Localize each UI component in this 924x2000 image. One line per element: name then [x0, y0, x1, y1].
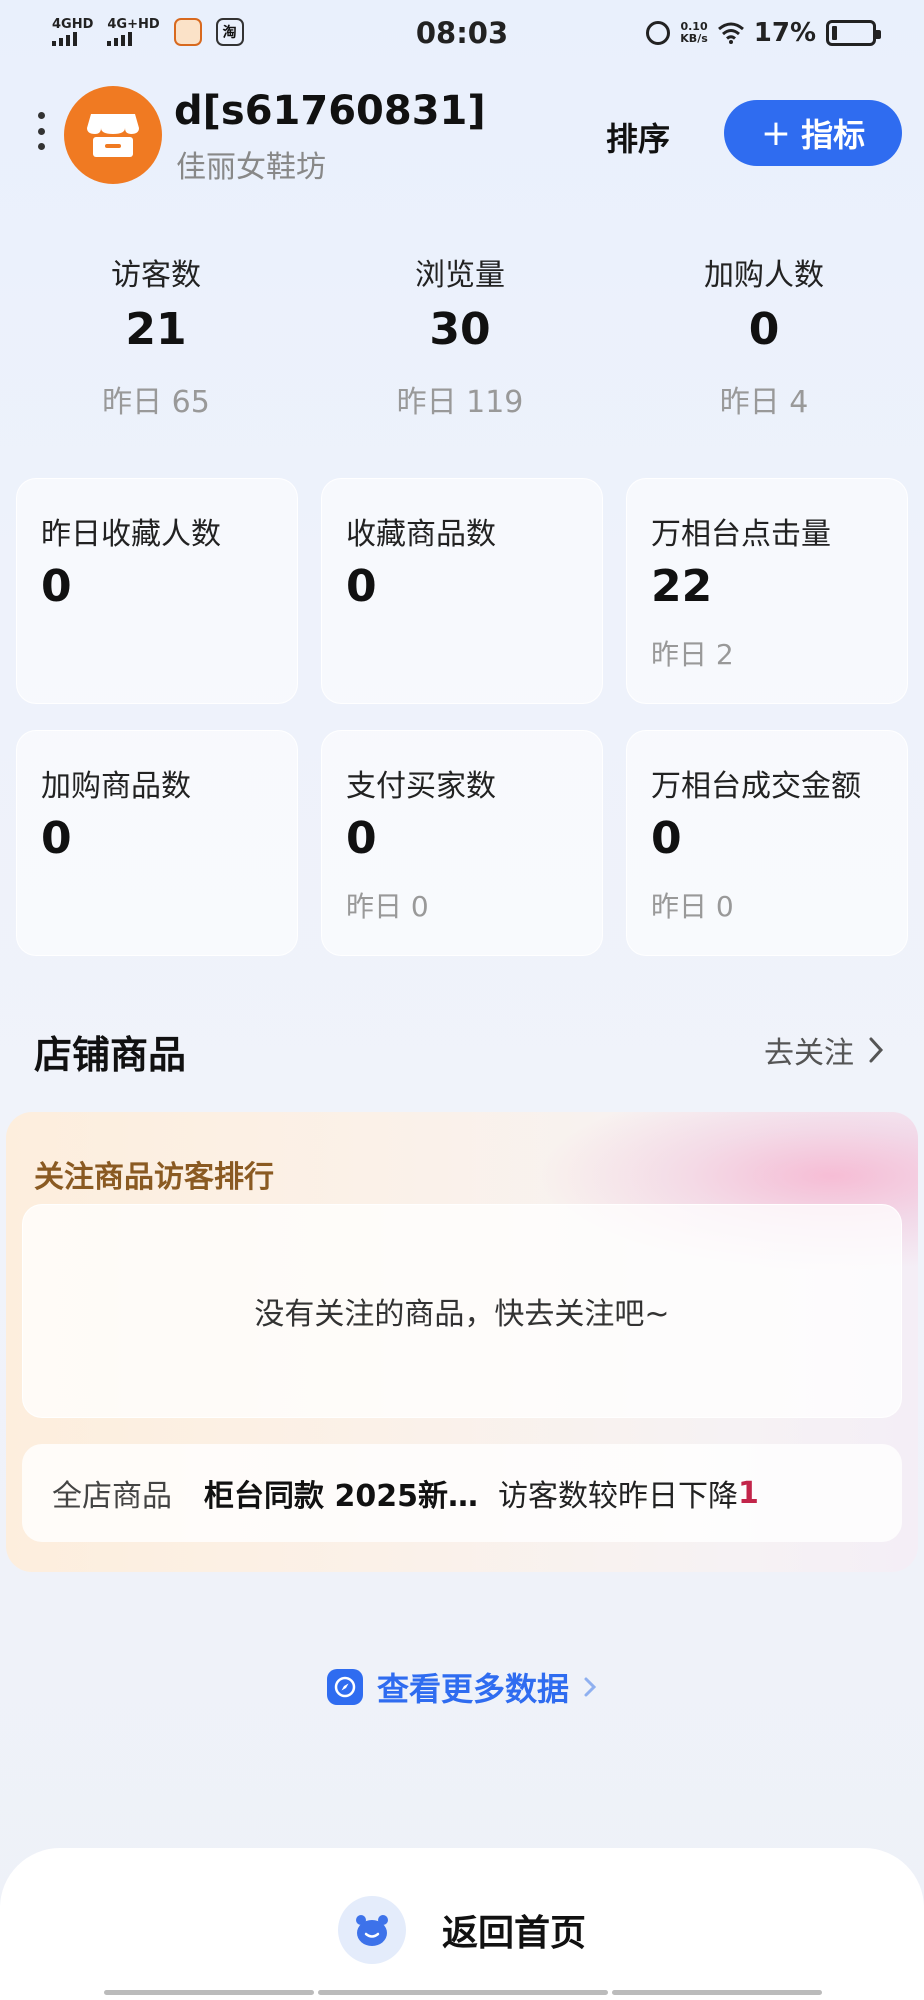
empty-state: 没有关注的商品，快去关注吧~	[22, 1204, 902, 1418]
stat-yesterday: 昨日 119	[396, 385, 524, 420]
card-value: 0	[651, 813, 682, 864]
metric-card-wanxiangtai-gmv[interactable]: 万相台成交金额 0 昨日 0	[626, 730, 908, 956]
plus-icon: +	[760, 112, 792, 154]
card-label: 加购商品数	[41, 769, 191, 804]
metric-card-favorited-products[interactable]: 收藏商品数 0	[321, 478, 603, 704]
bottom-bar: 返回首页	[0, 1848, 924, 2000]
stat-yesterday: 昨日 4	[719, 385, 809, 420]
wifi-icon	[717, 22, 744, 44]
section-title-store-products: 店铺商品	[34, 1033, 187, 1077]
stat-visitors[interactable]: 访客数 21 昨日 65	[6, 250, 306, 421]
store-title: d[s61760831]	[174, 88, 486, 134]
card-yesterday: 昨日 0	[651, 890, 734, 923]
back-home-label: 返回首页	[441, 1913, 586, 1954]
metric-card-cart-products[interactable]: 加购商品数 0	[16, 730, 298, 956]
card-label: 收藏商品数	[346, 517, 496, 552]
card-yesterday: 昨日 2	[651, 638, 734, 671]
stat-yesterday: 昨日 65	[102, 385, 210, 420]
speed-unit: KB/s	[680, 32, 708, 45]
status-right: 0.10 KB/s 17%	[646, 18, 881, 48]
card-label: 万相台点击量	[651, 517, 831, 552]
card-label: 支付买家数	[346, 769, 496, 804]
go-follow-label: 去关注	[764, 1036, 854, 1071]
stat-value: 21	[125, 304, 187, 355]
visitor-change-number: 1	[737, 1475, 759, 1511]
product-name: 柜台同款 2025新…	[204, 1479, 478, 1514]
chevron-right-icon	[869, 1037, 884, 1063]
stat-pageviews[interactable]: 浏览量 30 昨日 119	[310, 250, 610, 421]
compass-icon	[326, 1669, 363, 1705]
stat-label: 浏览量	[415, 258, 505, 293]
stat-value: 30	[429, 304, 491, 355]
ranking-title: 关注商品访客排行	[34, 1160, 274, 1195]
view-more-data-link[interactable]: 查看更多数据	[0, 1664, 924, 1710]
visitor-change-text: 访客数较昨日下降	[497, 1479, 738, 1514]
all-products-tag: 全店商品	[52, 1479, 172, 1514]
status-bar: 4GHD 4G+HD 淘 08:03 0.10 KB/s 17%	[0, 0, 924, 72]
add-metric-button[interactable]: + 指标	[724, 100, 902, 166]
network-speed: 0.10 KB/s	[680, 21, 707, 45]
card-label: 昨日收藏人数	[41, 517, 221, 552]
battery-percent: 17%	[753, 18, 816, 48]
store-icon	[87, 114, 139, 157]
empty-state-text: 没有关注的商品，快去关注吧~	[254, 1297, 670, 1332]
metric-card-paying-buyers[interactable]: 支付买家数 0 昨日 0	[321, 730, 603, 956]
stat-cart-users[interactable]: 加购人数 0 昨日 4	[614, 250, 914, 421]
stat-label: 加购人数	[704, 258, 824, 293]
card-yesterday: 昨日 0	[346, 890, 429, 923]
card-value: 0	[346, 561, 377, 612]
store-avatar[interactable]	[64, 86, 162, 184]
back-home-button[interactable]: 返回首页	[0, 1896, 924, 1964]
followed-products-ranking: 关注商品访客排行 没有关注的商品，快去关注吧~ 全店商品 柜台同款 2025新……	[6, 1112, 918, 1572]
alarm-icon	[646, 21, 671, 45]
more-vertical-icon[interactable]	[38, 112, 46, 150]
all-products-row[interactable]: 全店商品 柜台同款 2025新… 访客数较昨日下降 1	[22, 1444, 902, 1542]
gesture-bar	[0, 1990, 924, 1996]
chevron-right-icon	[584, 1677, 597, 1697]
card-value: 0	[41, 561, 72, 612]
stat-value: 0	[748, 304, 780, 355]
battery-icon	[826, 20, 881, 46]
card-value: 22	[651, 561, 713, 612]
store-subtitle: 佳丽女鞋坊	[176, 150, 326, 185]
mascot-icon	[337, 1896, 406, 1964]
go-follow-link[interactable]: 去关注	[764, 1028, 884, 1072]
stat-label: 访客数	[111, 258, 201, 293]
store-header: d[s61760831] 佳丽女鞋坊 排序 + 指标	[0, 80, 924, 185]
card-value: 0	[41, 813, 72, 864]
top-stats: 访客数 21 昨日 65 浏览量 30 昨日 119 加购人数 0 昨日 4	[0, 250, 924, 430]
add-metric-label: 指标	[801, 116, 866, 154]
card-label: 万相台成交金额	[651, 769, 861, 804]
sort-button[interactable]: 排序	[606, 114, 670, 160]
view-more-data-label: 查看更多数据	[376, 1670, 569, 1708]
card-value: 0	[346, 813, 377, 864]
metric-card-yesterday-favorites[interactable]: 昨日收藏人数 0	[16, 478, 298, 704]
metric-card-wanxiangtai-clicks[interactable]: 万相台点击量 22 昨日 2	[626, 478, 908, 704]
